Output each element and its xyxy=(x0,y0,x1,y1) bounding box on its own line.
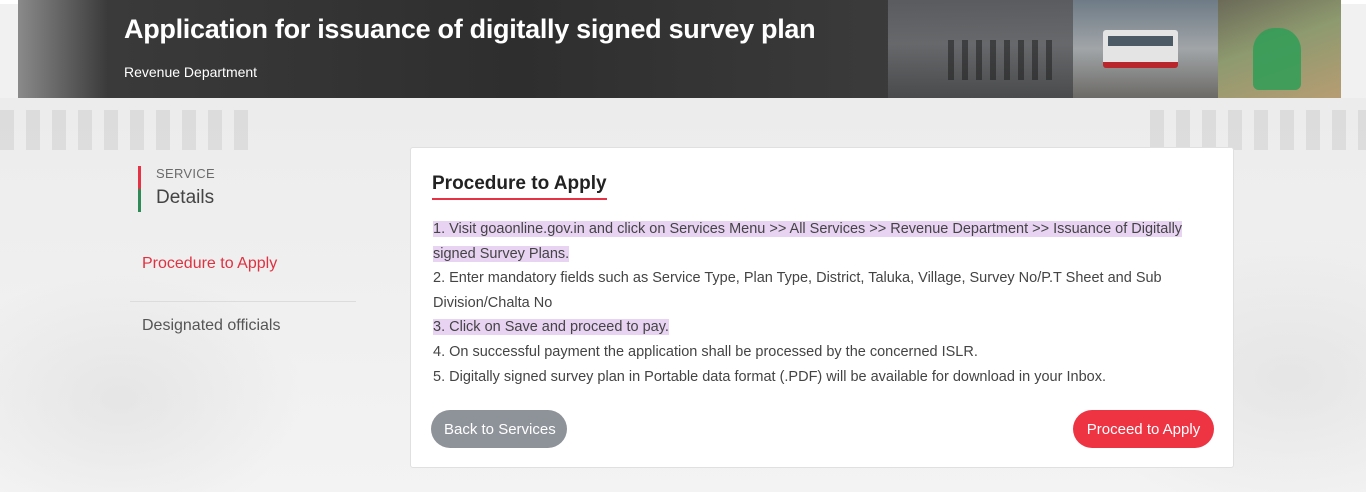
banner-photo-people xyxy=(948,40,1058,80)
sidebar-heading: SERVICE Details xyxy=(138,166,215,212)
sidebar-heading-big: Details xyxy=(156,187,215,208)
section-title: Procedure to Apply xyxy=(432,173,607,200)
header-banner: Application for issuance of digitally si… xyxy=(18,0,1341,98)
department-label: Revenue Department xyxy=(124,64,258,80)
craftsperson-image xyxy=(1253,28,1301,90)
heading-accent-bar xyxy=(138,166,141,189)
step-3: 3. Click on Save and proceed to pay. xyxy=(433,315,1213,340)
steps-list: 1. Visit goaonline.gov.in and click on S… xyxy=(433,217,1213,389)
step-4-text: 4. On successful payment the application… xyxy=(433,343,978,360)
step-5-text: 5. Digitally signed survey plan in Porta… xyxy=(433,368,1106,385)
procedure-card: Procedure to Apply 1. Visit goaonline.go… xyxy=(410,147,1234,468)
bus-windows xyxy=(1108,36,1173,46)
sidebar-heading-small: SERVICE xyxy=(156,166,215,181)
step-2-text: 2. Enter mandatory fields such as Servic… xyxy=(433,270,1162,311)
sidebar-nav: Procedure to Apply Designated officials xyxy=(130,240,356,364)
proceed-to-apply-button[interactable]: Proceed to Apply xyxy=(1073,410,1214,448)
step-4: 4. On successful payment the application… xyxy=(433,340,1213,365)
banner-photo-collage xyxy=(888,0,1341,98)
back-to-services-button[interactable]: Back to Services xyxy=(431,410,567,448)
step-2: 2. Enter mandatory fields such as Servic… xyxy=(433,266,1213,315)
sidebar-item-procedure[interactable]: Procedure to Apply xyxy=(130,240,356,302)
step-5: 5. Digitally signed survey plan in Porta… xyxy=(433,365,1213,390)
background-columns-right xyxy=(1150,110,1366,150)
page-title: Application for issuance of digitally si… xyxy=(124,14,816,44)
background-columns-left xyxy=(0,110,250,150)
step-3-text: 3. Click on Save and proceed to pay. xyxy=(433,319,669,336)
step-1-text: 1. Visit goaonline.gov.in and click on S… xyxy=(433,221,1183,262)
step-1: 1. Visit goaonline.gov.in and click on S… xyxy=(433,217,1213,266)
sidebar-item-designated-officials[interactable]: Designated officials xyxy=(130,302,356,364)
